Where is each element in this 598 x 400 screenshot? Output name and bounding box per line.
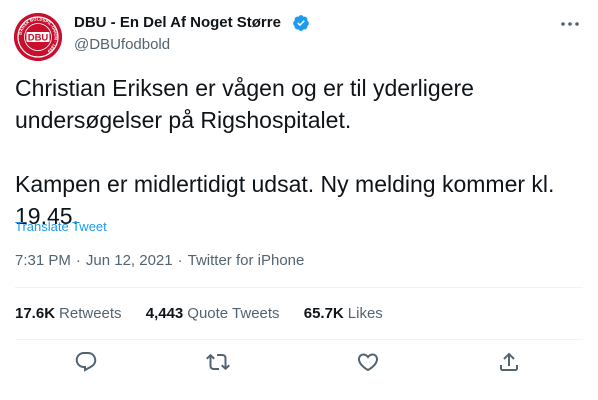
divider xyxy=(15,287,583,288)
avatar[interactable]: DBU DANSK BOLDSPIL-UNION · 1889 xyxy=(14,13,62,61)
tweet-paragraph: Christian Eriksen er vågen og er til yde… xyxy=(15,75,474,133)
reply-button[interactable] xyxy=(74,350,98,374)
tweet-stats: 17.6K Retweets 4,443 Quote Tweets 65.7K Lik… xyxy=(15,305,403,323)
quote-tweets-stat[interactable]: 4,443 Quote Tweets xyxy=(146,305,280,323)
avatar-logo-text: DBU xyxy=(28,33,49,44)
verified-badge-icon xyxy=(293,15,309,31)
tweet-date[interactable]: Jun 12, 2021 xyxy=(86,252,173,269)
likes-stat[interactable]: 65.7K Likes xyxy=(304,305,383,323)
more-options-icon[interactable] xyxy=(558,12,582,36)
translate-tweet-link[interactable]: Translate Tweet xyxy=(15,219,107,235)
retweet-icon xyxy=(206,353,230,371)
meta-separator: · xyxy=(75,252,81,269)
tweet-meta: 7:31 PM · Jun 12, 2021 · Twitter for iPhone xyxy=(15,252,304,270)
like-icon xyxy=(357,353,379,372)
retweets-stat[interactable]: 17.6K Retweets xyxy=(15,305,122,323)
divider xyxy=(15,339,583,340)
tweet-card: DBU DANSK BOLDSPIL-UNION · 1889 DBU - En… xyxy=(0,0,598,400)
share-button[interactable] xyxy=(497,350,521,374)
tweet-text: Christian Eriksen er vågen og er til yde… xyxy=(15,72,575,232)
dbu-logo-icon: DBU DANSK BOLDSPIL-UNION · 1889 xyxy=(14,13,62,61)
share-icon xyxy=(500,352,518,371)
like-button[interactable] xyxy=(356,350,380,374)
reply-icon xyxy=(75,352,97,372)
tweet-source[interactable]: Twitter for iPhone xyxy=(188,252,305,269)
author-name[interactable]: DBU - En Del Af Noget Større xyxy=(74,14,281,32)
retweet-button[interactable] xyxy=(206,350,230,374)
meta-separator: · xyxy=(177,252,183,269)
tweet-time[interactable]: 7:31 PM xyxy=(15,252,71,269)
author-handle[interactable]: @DBUfodbold xyxy=(74,36,170,54)
